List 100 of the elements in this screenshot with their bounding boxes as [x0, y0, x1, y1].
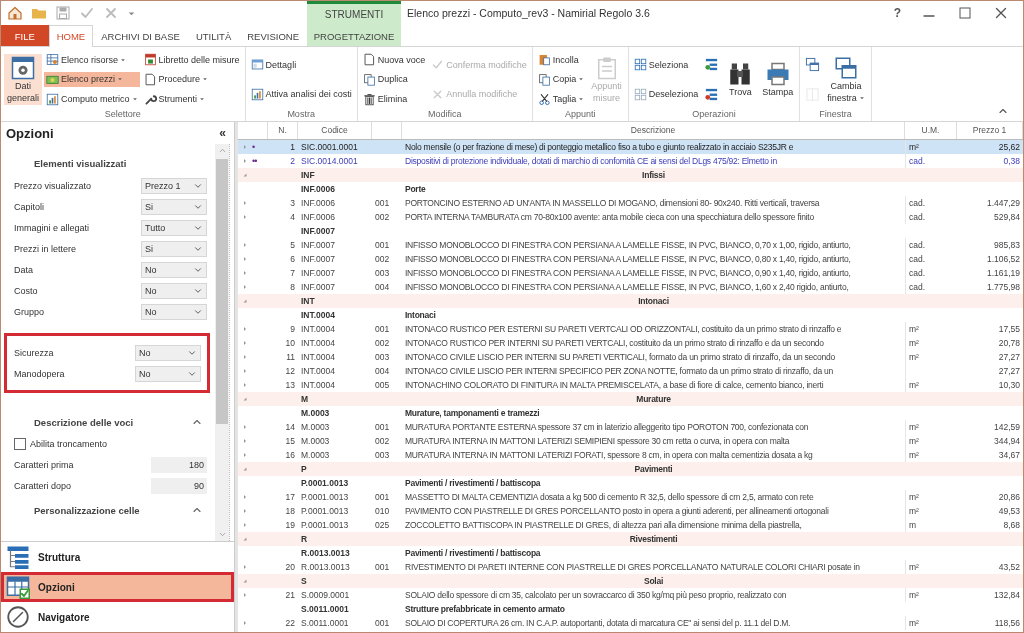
ribbon-tab[interactable]: UTILITÀ — [187, 25, 240, 46]
cross-icon[interactable] — [103, 5, 119, 21]
collapse-arrow-icon[interactable] — [241, 395, 249, 403]
save-icon[interactable] — [55, 5, 71, 21]
table-row[interactable]: 21 S.0009.0001 SOLAIO dello spessore di cm 35, calcolato per un sovraccarco di 350 kg/mq più peso proprio, realizzato con m² 132,84 — [238, 588, 1023, 602]
expand-arrow-icon[interactable] — [241, 591, 249, 599]
table-row[interactable]: 10 INT.0004 002 INTONACO RUSTICO PER INTERNI SU PARETI VERTCALI, costituito da un primo strato di rinzaffo e da un secondo m² 20,78 — [238, 336, 1023, 350]
dropdown-field[interactable]: Si — [141, 240, 207, 257]
ribbon-button[interactable]: Seleziona — [631, 57, 701, 73]
table-row[interactable]: 15 M.0003 002 MURATURA INTERNA IN MATTONI LATERIZI SEMIPIENI spessore 30 cm retta o curva, in opera con malta m² 344,94 — [238, 434, 1023, 448]
column-header[interactable]: Prezzo 1 — [957, 122, 1023, 139]
ribbon-button[interactable]: Taglia — [535, 91, 587, 107]
home-icon[interactable] — [7, 5, 23, 21]
dropdown-field[interactable]: No — [135, 365, 201, 382]
table-row[interactable]: 3 INF.0006 001 PORTONCINO ESTERNO AD UN'ANTA IN MASSELLO DI MOGANO, dimensioni 80- 90x240. Ritti verticali, traversa cad. 1.447,29 — [238, 196, 1023, 210]
table-row[interactable]: 7 INF.0007 003 INFISSO MONOBLOCCO DI FINESTRA CON PERSIANA A LAMELLE FISSE, IN PVC, BIANCO, 0,90 x 1,40, rigido, antiurto, cad. 1.161,19 — [238, 266, 1023, 280]
table-row[interactable]: INF.0006 Porte — [238, 182, 1023, 196]
table-row[interactable]: M.0003 Murature, tamponamenti e tramezzi — [238, 406, 1023, 420]
ribbon-button[interactable]: Deseleziona — [631, 86, 701, 102]
column-header[interactable]: U.M. — [905, 122, 957, 139]
expand-arrow-icon[interactable] — [241, 619, 249, 627]
ribbon-button[interactable]: Strumenti — [141, 91, 242, 107]
ribbon-button[interactable]: Dati generali — [4, 54, 43, 105]
table-row[interactable]: 9 INT.0004 001 INTONACO RUSTICO PER ESTERNI SU PARETI VERTCALI OD ORIZZONTALI, costituito da un primo strato di rinzaffo e m² 17,55 — [238, 322, 1023, 336]
collapse-arrow-icon[interactable] — [241, 577, 249, 585]
expand-arrow-icon[interactable] — [241, 563, 249, 571]
table-row[interactable]: S.0011.0001 Strutture prefabbricate in cemento armato — [238, 602, 1023, 616]
table-row[interactable]: 17 P.0001.0013 001 MASSETTO DI MALTA CEMENTIZIA dosata a kg 500 di cemento R 32,5, dello spessore di cm 2,5, armato con rete m² 20,86 — [238, 490, 1023, 504]
table-row[interactable]: INF.0007 — [238, 224, 1023, 238]
collapse-arrow-icon[interactable] — [241, 535, 249, 543]
table-cell: INT — [301, 296, 315, 306]
table-row[interactable]: P.0001.0013 Pavimenti / rivestimenti / battiscopa — [238, 476, 1023, 490]
ribbon-tab[interactable]: HOME — [48, 25, 94, 47]
table-row[interactable]: 18 P.0001.0013 010 PAVIMENTO CON PIASTRELLE DI GRES PORCELLANTO posto in opera a giunti aderenti, per allineamenti ortogonali m² 49,53 — [238, 504, 1023, 518]
collapse-arrow-icon[interactable] — [241, 465, 249, 473]
dropdown-field[interactable]: No — [141, 282, 207, 299]
ribbon-button[interactable]: Dettagli — [248, 57, 354, 73]
navigation-item[interactable]: Navigatore — [1, 602, 234, 632]
collapse-arrow-icon[interactable] — [241, 297, 249, 305]
ribbon-button[interactable]: Nuova voce — [360, 52, 428, 68]
table-row[interactable]: S Solai — [238, 574, 1023, 588]
table-cell: 002 — [375, 212, 390, 222]
navigation-item[interactable]: Opzioni — [1, 572, 234, 602]
help-button[interactable]: ? — [893, 6, 901, 20]
table-cell: cad. — [909, 198, 926, 208]
table-row[interactable]: R.0013.0013 Pavimenti / rivestimenti / battiscopa — [238, 546, 1023, 560]
column-header[interactable]: Descrizione — [402, 122, 905, 139]
table-row[interactable]: 22 S.0011.0001 001 SOLAIO DI COPERTURA 26 cm. IN C.A.P. autoportanti, dotata di marcatura CE" ai sensi del p. 11.1 del D.M. m² 118,56 — [238, 616, 1023, 630]
maximize-icon[interactable] — [957, 5, 973, 21]
table-row[interactable]: INT.0004 Intonaci — [238, 308, 1023, 322]
table-row[interactable]: 12 INT.0004 004 INTONACO CIVILE LISCIO PER INTERNI SPECIFICO PER ZONA NOTTE, formato da un primo strato di rinzaffo, da un 27,27 — [238, 364, 1023, 378]
table-cell: Murature — [636, 394, 671, 404]
navigation-item[interactable]: Struttura — [1, 542, 234, 572]
ribbon-button[interactable]: Elimina — [360, 91, 428, 107]
ribbon-button[interactable]: Incolla — [535, 52, 587, 68]
table-row[interactable]: 11 INT.0004 003 INTONACO CIVILE LISCIO PER INTERNI SU PARETI VERTICALI, formato da un primo strato di rinzaffo, da un secondo m² 27,27 — [238, 350, 1023, 364]
table-row[interactable]: INT Intonaci — [238, 294, 1023, 308]
dropdown-field[interactable]: No — [141, 261, 207, 278]
table-cell: 8 — [290, 282, 295, 292]
table-row[interactable]: M Murature — [238, 392, 1023, 406]
ribbon-button[interactable]: Elenco risorse — [44, 52, 140, 68]
ribbon-button[interactable]: Stampa — [759, 59, 797, 100]
column-header[interactable]: Codice — [298, 122, 372, 139]
ribbon-tab[interactable]: REVISIONE — [239, 25, 307, 46]
ribbon-button[interactable]: Libretto delle misure — [141, 52, 242, 68]
ribbon-button[interactable]: Trova — [723, 59, 758, 100]
column-header[interactable]: N. — [268, 122, 298, 139]
number-field[interactable]: 90 — [151, 477, 207, 494]
table-cell: 2 — [290, 156, 295, 166]
chevron-down-icon[interactable] — [217, 530, 227, 539]
ribbon-button[interactable]: Attiva analisi dei costi — [248, 86, 354, 102]
close-icon[interactable] — [993, 5, 1009, 21]
dropdown-field[interactable]: No — [141, 303, 207, 320]
dropdown-field[interactable]: Prezzo 1 — [141, 177, 207, 194]
dropdown-field[interactable]: Si — [141, 198, 207, 215]
ribbon-button[interactable]: Computo metrico — [44, 91, 140, 107]
scrollbar-thumb[interactable] — [216, 159, 228, 424]
table-row[interactable]: 14 M.0003 001 MURATURA PORTANTE ESTERNA spessore 37 cm in laterizio alleggerito tipo POROTON 700, confezionata con m² 142,59 — [238, 420, 1023, 434]
ribbon-button[interactable]: Copia — [535, 72, 587, 87]
table-row[interactable]: INF Infissi — [238, 168, 1023, 182]
checkbox[interactable] — [14, 438, 26, 450]
ribbon-button[interactable]: Cambia finestra — [824, 54, 868, 105]
ribbon-button[interactable]: Procedure — [141, 72, 242, 87]
number-field[interactable]: 180 — [151, 456, 207, 473]
ribbon-button[interactable]: Duplica — [360, 72, 428, 87]
table-row[interactable]: R Rivestimenti — [238, 532, 1023, 546]
table-row[interactable]: • 1 SIC.0001.0001 Nolo mensile (o per frazione di mese) di ponteggio metallico fiso a tubo e giunto realizzato in acciaio S235JR e m² 25,62 — [238, 140, 1023, 154]
table-row[interactable]: 6 INF.0007 002 INFISSO MONOBLOCCO DI FINESTRA CON PERSIANA A LAMELLE FISSE, IN PVC, BIANCO, 0,80 x 1,40, rigido, antiurto, cad. 1.106,52 — [238, 252, 1023, 266]
dropdown-field[interactable]: No — [135, 344, 201, 361]
collapse-arrow-icon[interactable] — [241, 171, 249, 179]
check-icon[interactable] — [79, 5, 95, 21]
table-row[interactable]: P Pavimenti — [238, 462, 1023, 476]
collapse-button[interactable]: « — [219, 126, 226, 140]
ribbon-tab[interactable]: ARCHIVI DI BASE — [93, 25, 188, 46]
table-row[interactable]: 5 INF.0007 001 INFISSO MONOBLOCCO DI FINESTRA CON PERSIANA A LAMELLE FISSE, IN PVC, BIANCO, 0,70 x 1,00, rigido, antiurto, cad. 985,83 — [238, 238, 1023, 252]
ribbon-tab[interactable]: PROGETTAZIONE — [307, 25, 401, 46]
ribbon-button[interactable]: Elenco prezzi — [44, 72, 140, 87]
table-row[interactable]: 4 INF.0006 002 PORTA INTERNA TAMBURATA cm 70-80x100 avente: anta mobile cieca con una specchiatura dello spessore finito cad. 529,84 — [238, 210, 1023, 224]
dropdown-field[interactable]: Tutto — [141, 219, 207, 236]
ribbon-tab[interactable]: FILE — [1, 25, 49, 46]
